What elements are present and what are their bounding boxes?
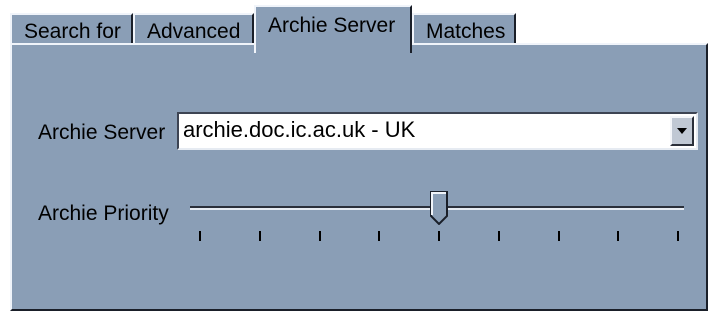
slider-tick bbox=[259, 231, 261, 241]
archie-priority-label: Archie Priority bbox=[38, 202, 169, 225]
archie-server-value: archie.doc.ic.ac.uk - UK bbox=[183, 117, 416, 142]
tab-archie-server[interactable]: Archie Server bbox=[254, 5, 412, 53]
properties-dialog: Search for Advanced Archie Server Matche… bbox=[0, 0, 712, 313]
slider-tick bbox=[378, 231, 380, 241]
tab-label: Search for bbox=[24, 20, 121, 43]
slider-tick bbox=[558, 231, 560, 241]
tab-panel-archie-server: Archie Server archie.doc.ic.ac.uk - UK A… bbox=[10, 43, 708, 311]
archie-server-dropdown[interactable]: archie.doc.ic.ac.uk - UK bbox=[177, 112, 698, 150]
dropdown-button[interactable] bbox=[670, 116, 694, 146]
tab-label: Archie Server bbox=[268, 14, 396, 37]
tab-label: Matches bbox=[426, 20, 506, 43]
slider-tick bbox=[498, 231, 500, 241]
archie-server-label: Archie Server bbox=[38, 121, 166, 144]
slider-tick bbox=[199, 231, 201, 241]
slider-tick bbox=[438, 231, 440, 241]
slider-tick bbox=[677, 231, 679, 241]
slider-thumb[interactable] bbox=[430, 191, 448, 225]
tab-label: Advanced bbox=[147, 20, 241, 43]
archie-priority-slider[interactable] bbox=[190, 191, 686, 251]
slider-tick bbox=[319, 231, 321, 241]
slider-tick bbox=[617, 231, 619, 241]
chevron-down-icon bbox=[677, 128, 687, 134]
